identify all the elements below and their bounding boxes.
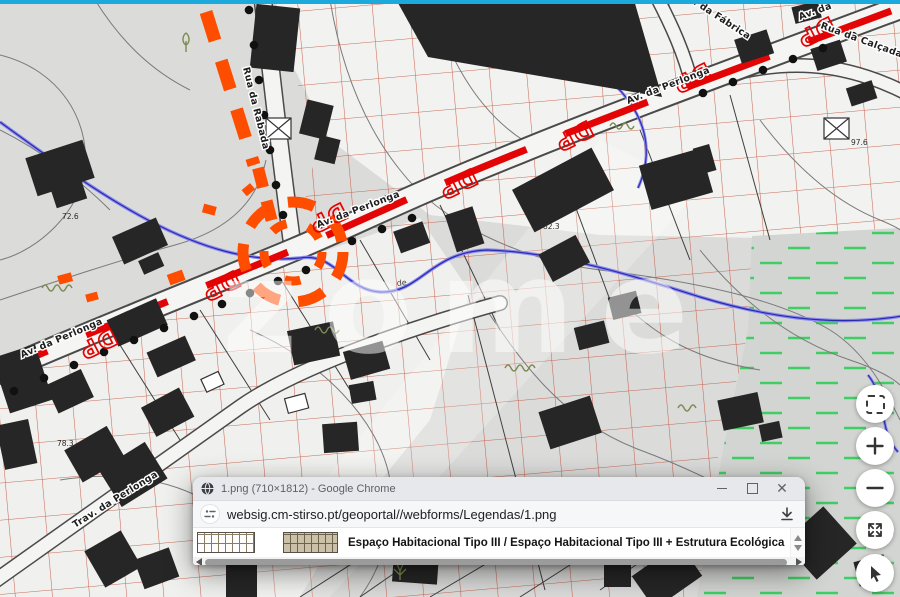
scroll-up-icon[interactable] <box>794 535 802 541</box>
box-select-button[interactable] <box>856 385 894 423</box>
legend-label: Espaço Habitacional Tipo III / Espaço Ha… <box>348 537 784 549</box>
zoom-in-icon <box>865 436 885 456</box>
zome-watermark: zome <box>222 231 715 383</box>
legend-image-content: Espaço Habitacional Tipo III / Espaço Ha… <box>193 528 805 557</box>
close-button[interactable]: ✕ <box>767 478 797 499</box>
scrollbar-thumb[interactable] <box>205 559 787 566</box>
zoom-out-button[interactable] <box>856 469 894 507</box>
popup-address-bar[interactable]: websig.cm-stirso.pt/geoportal//webforms/… <box>193 501 805 528</box>
maximize-button[interactable] <box>737 478 767 499</box>
fullscreen-icon <box>866 521 884 539</box>
legend-swatch-tipo-iii <box>197 532 255 553</box>
zoom-out-icon <box>865 478 885 498</box>
svg-text:97.6: 97.6 <box>851 138 868 147</box>
scroll-right-icon[interactable] <box>796 558 802 565</box>
svg-text:72.6: 72.6 <box>62 212 79 221</box>
minimize-button[interactable] <box>707 478 737 499</box>
globe-icon <box>201 482 214 495</box>
site-settings-icon[interactable] <box>201 505 219 523</box>
zoom-in-button[interactable] <box>856 427 894 465</box>
svg-text:78.3: 78.3 <box>57 439 74 448</box>
box-select-icon <box>866 395 885 414</box>
download-icon[interactable] <box>777 504 797 524</box>
pointer-tool-button[interactable] <box>856 554 894 592</box>
horizontal-scrollbar[interactable] <box>193 557 805 565</box>
fullscreen-button[interactable] <box>856 511 894 549</box>
legend-popup-window: 1.png (710×1812) - Google Chrome ✕ websi… <box>193 477 805 565</box>
svg-text:82.3: 82.3 <box>543 222 560 231</box>
vertical-scrollbar[interactable] <box>790 528 805 557</box>
legend-swatch-tipo-iii-ecologica <box>283 532 338 553</box>
pointer-icon <box>866 564 885 583</box>
scroll-down-icon[interactable] <box>794 545 802 551</box>
top-edge-bar <box>0 0 900 4</box>
popup-titlebar[interactable]: 1.png (710×1812) - Google Chrome ✕ <box>193 477 805 501</box>
scroll-left-icon[interactable] <box>196 558 202 565</box>
url-text[interactable]: websig.cm-stirso.pt/geoportal//webforms/… <box>227 507 777 522</box>
geoportal-screen: DP DP DP DP DP DP DP Rua da Rabada Av. d… <box>0 0 900 597</box>
popup-title: 1.png (710×1812) - Google Chrome <box>221 483 707 495</box>
